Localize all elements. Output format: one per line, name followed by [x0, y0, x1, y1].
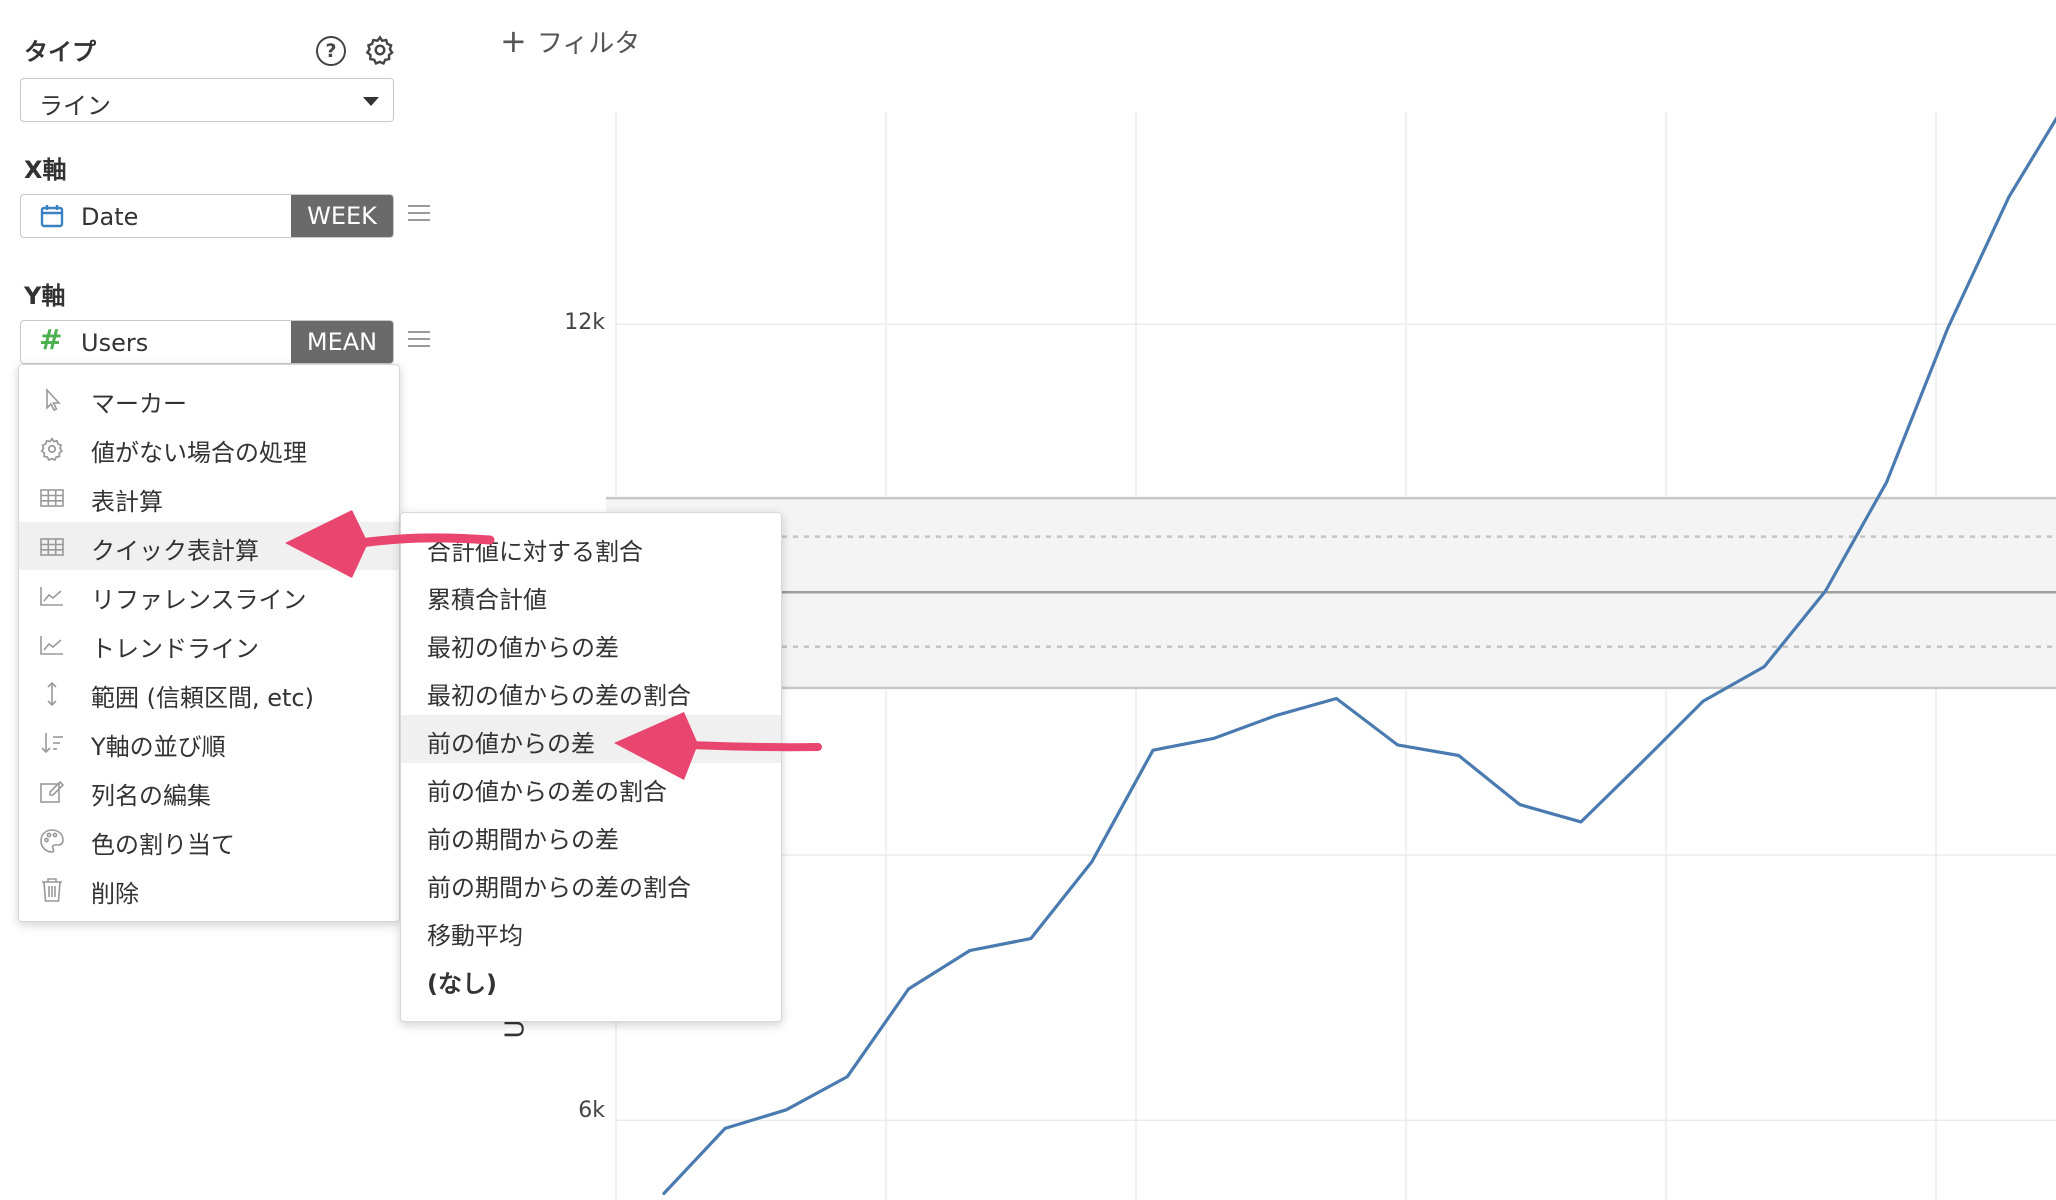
menu-item-missing-values[interactable]: 値がない場合の処理 — [19, 424, 399, 472]
submenu-item-running-total[interactable]: 累積合計値 — [401, 571, 781, 619]
submenu-item-percent-of-total[interactable]: 合計値に対する割合 — [401, 523, 781, 571]
menu-item-y-sort[interactable]: Y軸の並び順 — [19, 718, 399, 766]
edit-icon — [40, 780, 65, 803]
menu-item-label: クイック表計算 — [91, 537, 259, 565]
y-tick-6k: 6k — [578, 1098, 605, 1123]
submenu-item-label: 合計値に対する割合 — [427, 538, 643, 566]
menu-item-color-assign[interactable]: 色の割り当て — [19, 816, 399, 864]
menu-item-range[interactable]: 範囲 (信頼区間, etc) — [19, 669, 399, 717]
menu-item-rename-column[interactable]: 列名の編集 — [19, 767, 399, 815]
menu-item-label: Y軸の並び順 — [91, 733, 226, 761]
menu-item-reference-line[interactable]: リファレンスライン — [19, 571, 399, 619]
submenu-item-pct-diff-from-previous-period[interactable]: 前の期間からの差の割合 — [401, 859, 781, 907]
menu-item-label: トレンドライン — [91, 635, 259, 663]
submenu-item-moving-average[interactable]: 移動平均 — [401, 907, 781, 955]
cursor-icon — [46, 387, 61, 412]
submenu-item-label: 前の期間からの差の割合 — [427, 874, 691, 902]
table-icon — [40, 489, 64, 507]
menu-item-marker[interactable]: マーカー — [19, 375, 399, 423]
line-chart-icon — [40, 636, 63, 655]
field-context-menu: マーカー 値がない場合の処理 表計算 クイック表計算 リファレンスライン トレン… — [18, 364, 400, 922]
submenu-item-label: (なし) — [427, 970, 497, 998]
menu-item-label: 範囲 (信頼区間, etc) — [91, 684, 314, 712]
gear-icon — [40, 437, 64, 462]
submenu-item-label: 前の値からの差 — [427, 730, 595, 758]
menu-item-label: 色の割り当て — [91, 831, 235, 859]
palette-icon — [40, 829, 64, 853]
trash-icon — [42, 878, 62, 902]
menu-item-label: マーカー — [91, 390, 187, 418]
menu-item-trend-line[interactable]: トレンドライン — [19, 620, 399, 668]
submenu-item-label: 移動平均 — [427, 922, 523, 950]
submenu-item-label: 前の値からの差の割合 — [427, 778, 667, 806]
menu-item-table-calc[interactable]: 表計算 — [19, 473, 399, 521]
sort-icon — [41, 733, 63, 754]
submenu-item-pct-diff-from-previous[interactable]: 前の値からの差の割合 — [401, 763, 781, 811]
submenu-item-label: 累積合計値 — [427, 586, 547, 614]
menu-item-label: 列名の編集 — [91, 782, 211, 810]
y-tick-12k: 12k — [564, 310, 605, 335]
menu-item-label: 削除 — [91, 880, 139, 908]
submenu-item-diff-from-first[interactable]: 最初の値からの差 — [401, 619, 781, 667]
submenu-item-diff-from-previous-period[interactable]: 前の期間からの差 — [401, 811, 781, 859]
vertical-arrows-icon — [47, 681, 57, 707]
table-icon — [40, 538, 64, 556]
submenu-item-diff-from-previous[interactable]: 前の値からの差 — [401, 715, 781, 763]
y-axis-title-fragment: U — [500, 1019, 531, 1039]
reference-band — [606, 496, 2056, 690]
menu-item-label: 表計算 — [91, 488, 163, 516]
submenu-item-pct-diff-from-first[interactable]: 最初の値からの差の割合 — [401, 667, 781, 715]
submenu-item-label: 最初の値からの差の割合 — [427, 682, 691, 710]
line-chart-icon — [40, 587, 63, 606]
menu-item-quick-table-calc[interactable]: クイック表計算 — [19, 522, 399, 570]
submenu-item-label: 前の期間からの差 — [427, 826, 619, 854]
menu-item-label: リファレンスライン — [91, 586, 307, 614]
submenu-item-none[interactable]: (なし) — [401, 955, 781, 1003]
menu-item-label: 値がない場合の処理 — [91, 439, 307, 467]
quick-table-calc-submenu: 合計値に対する割合 累積合計値 最初の値からの差 最初の値からの差の割合 前の値… — [400, 512, 782, 1022]
submenu-item-label: 最初の値からの差 — [427, 634, 619, 662]
menu-item-delete[interactable]: 削除 — [19, 865, 399, 913]
